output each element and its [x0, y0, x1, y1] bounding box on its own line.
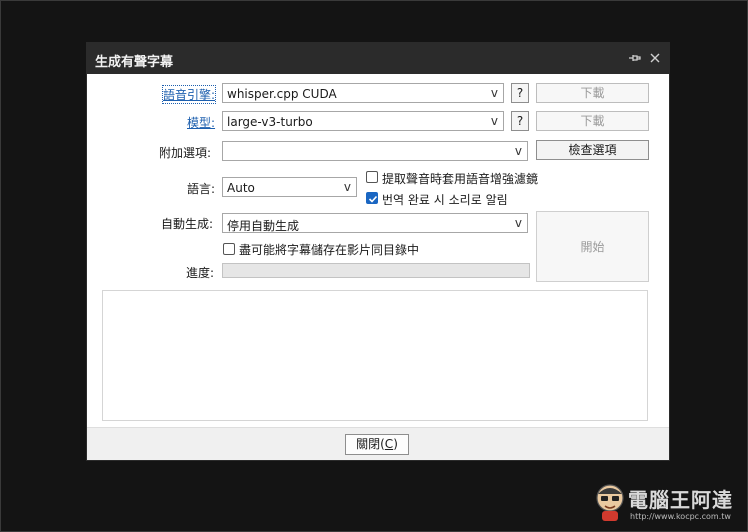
save-with-video-label: 盡可能將字幕儲存在影片同目錄中 — [239, 243, 420, 257]
pin-icon[interactable] — [627, 51, 641, 65]
watermark-text: 電腦王阿達 — [628, 488, 733, 512]
language-select-value: Auto — [227, 181, 255, 195]
progress-bar — [222, 263, 530, 278]
extra-options-label: 附加選項: — [159, 146, 212, 160]
engine-label-link[interactable]: 語音引擎: — [161, 85, 217, 104]
language-label: 語言: — [187, 182, 216, 196]
engine-select[interactable]: whisper.cpp CUDA v — [222, 83, 504, 103]
auto-generate-select[interactable]: 停用自動生成 v — [222, 213, 528, 233]
dialog-footer: 關閉(C) — [87, 427, 669, 460]
progress-label: 進度: — [186, 266, 215, 280]
language-select[interactable]: Auto v — [222, 177, 357, 197]
auto-generate-value: 停用自動生成 — [227, 219, 300, 233]
dialog-title: 生成有聲字幕 — [95, 55, 174, 70]
model-label-link[interactable]: 模型: — [187, 114, 215, 131]
engine-select-value: whisper.cpp CUDA — [227, 87, 337, 101]
auto-generate-label: 自動生成: — [161, 217, 214, 231]
title-bar[interactable]: 生成有聲字幕 — [87, 43, 669, 74]
log-output-area[interactable] — [102, 290, 648, 421]
model-select[interactable]: large-v3-turbo v — [222, 111, 504, 131]
extra-options-combo[interactable]: v — [222, 141, 528, 161]
close-button-accesskey: C — [384, 437, 394, 451]
chevron-down-icon: v — [490, 86, 498, 100]
start-button[interactable]: 開始 — [536, 211, 649, 282]
voice-filter-checkbox[interactable] — [366, 171, 378, 183]
save-with-video-checkbox[interactable] — [223, 243, 235, 255]
chevron-down-icon: v — [514, 144, 522, 158]
watermark-logo: 電腦王阿達 http://www.kocpc.com.tw — [594, 480, 742, 524]
engine-download-button[interactable]: 下載 — [536, 83, 649, 103]
close-icon[interactable] — [648, 51, 662, 65]
watermark-url: http://www.kocpc.com.tw — [630, 512, 731, 521]
mascot-icon — [596, 484, 624, 521]
engine-help-button[interactable]: ? — [511, 83, 529, 103]
subtitle-dialog: 生成有聲字幕 語音引擎: whisper.cpp CUDA v ? 下載 模型:… — [87, 43, 669, 460]
close-button-label-end: ) — [393, 437, 398, 451]
close-button[interactable]: 關閉(C) — [345, 434, 409, 455]
chevron-down-icon: v — [343, 180, 351, 194]
close-button-label: 關閉( — [356, 437, 385, 451]
model-download-button[interactable]: 下載 — [536, 111, 649, 131]
model-select-value: large-v3-turbo — [227, 115, 313, 129]
chevron-down-icon: v — [514, 216, 522, 230]
chevron-down-icon: v — [490, 114, 498, 128]
model-help-button[interactable]: ? — [511, 111, 529, 131]
checkmark-icon — [368, 195, 378, 203]
voice-filter-label: 提取聲音時套用語音增強濾鏡 — [382, 172, 539, 186]
notify-sound-label: 번역 완료 시 소리로 알림 — [382, 193, 508, 207]
notify-sound-checkbox[interactable] — [366, 192, 378, 204]
check-options-button[interactable]: 檢查選項 — [536, 140, 649, 160]
